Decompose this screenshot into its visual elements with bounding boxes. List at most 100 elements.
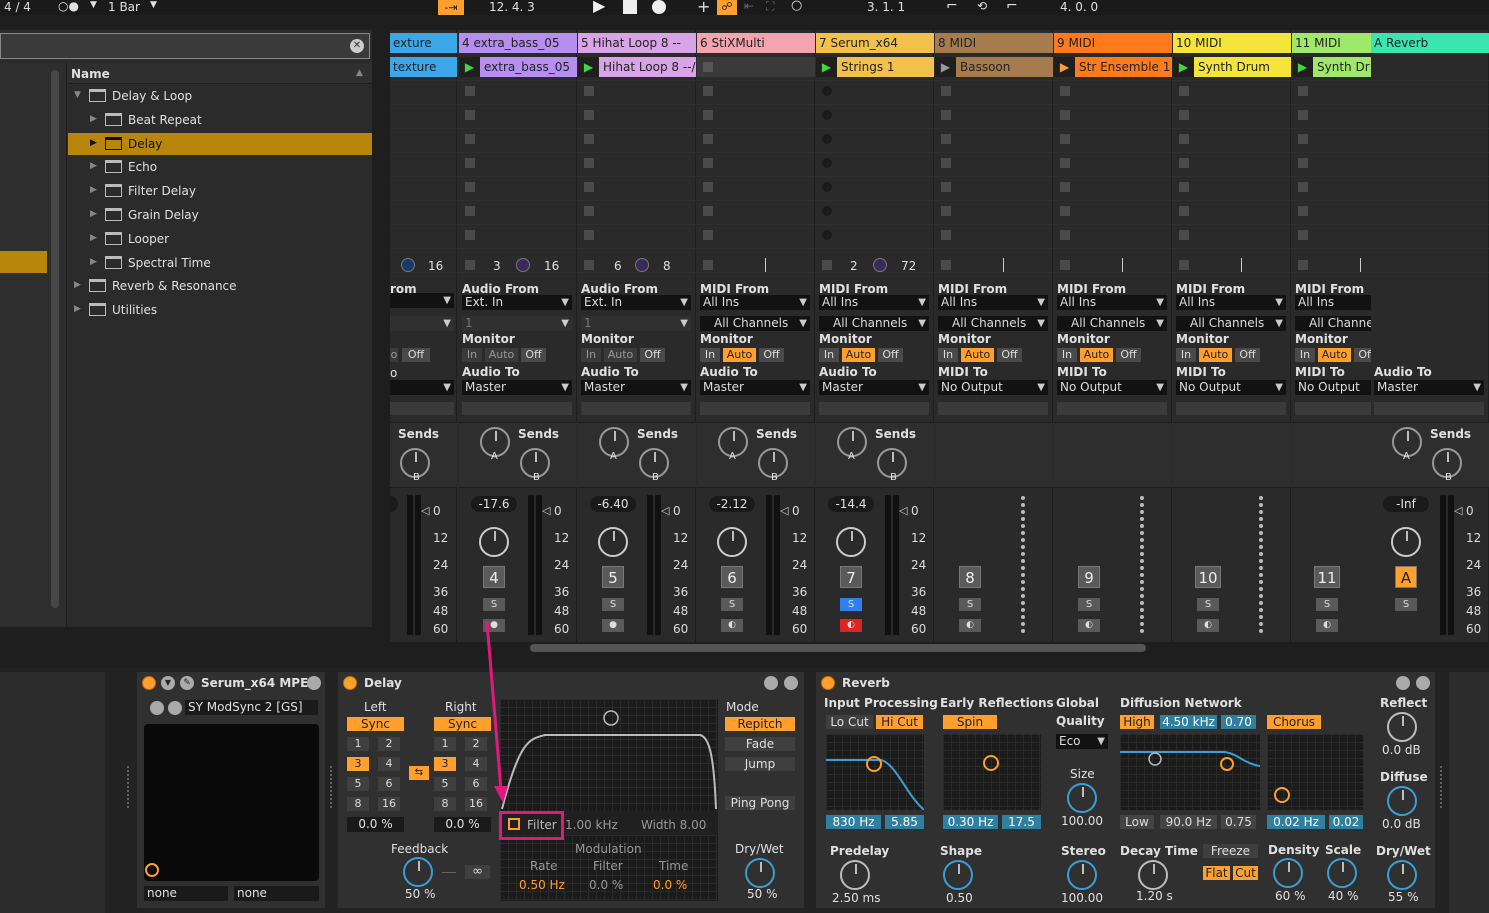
delay-time-button[interactable]: 5: [434, 777, 456, 791]
clip-play-icon[interactable]: ▶: [1173, 57, 1194, 77]
track-activator-button[interactable]: 8: [959, 566, 981, 588]
empty-clip-slot[interactable]: [941, 158, 951, 168]
reverb-drywet-knob[interactable]: [1387, 860, 1417, 890]
reflect-knob[interactable]: [1387, 712, 1417, 742]
clip-stop-button[interactable]: [941, 260, 951, 270]
empty-clip-slot[interactable]: [584, 134, 594, 144]
list-item[interactable]: ▶ Spectral Time: [68, 252, 372, 274]
delay-time-button[interactable]: 5: [347, 777, 369, 791]
monitor-in-button[interactable]: In: [819, 348, 839, 362]
empty-clip-slot[interactable]: [1179, 182, 1189, 192]
empty-clip-slot[interactable]: [1060, 110, 1070, 120]
monitor-off-button[interactable]: Off: [1116, 348, 1141, 362]
loop-start-position[interactable]: 3. 1. 1: [867, 1, 905, 13]
fader-arrow-icon[interactable]: ◁: [1454, 505, 1462, 516]
empty-clip-slot[interactable]: [1298, 182, 1308, 192]
midi-from-select[interactable]: All Ins▼: [700, 295, 810, 310]
clip-name[interactable]: Hihat Loop 8 --/: [603, 61, 696, 73]
feedback-knob[interactable]: [403, 857, 433, 887]
delay-time-button[interactable]: 4: [378, 757, 400, 771]
audio-from-select[interactable]: Ext. In ▼: [462, 295, 572, 310]
scale-knob[interactable]: [1327, 858, 1357, 888]
list-item[interactable]: ▶ Echo: [68, 156, 372, 178]
time-value[interactable]: 0.0 %: [653, 879, 687, 891]
send-value-a[interactable]: 16: [428, 260, 443, 272]
quality-select[interactable]: Eco ▼: [1056, 734, 1108, 749]
device-on-icon[interactable]: [142, 676, 156, 690]
list-item[interactable]: ▶ Looper: [68, 228, 372, 250]
volume-field[interactable]: [390, 496, 398, 512]
stereo-value[interactable]: 100.00: [1061, 892, 1103, 904]
empty-clip-slot[interactable]: [1060, 182, 1070, 192]
clip-name[interactable]: texture: [393, 61, 436, 73]
clip-slot[interactable]: ▶ extra_bass_05: [459, 57, 577, 77]
delay-time-button[interactable]: 8: [347, 797, 369, 811]
audio-from-select[interactable]: Ext. In ▼: [581, 295, 691, 310]
io-select[interactable]: ▼: [390, 316, 454, 331]
monitor-in-button[interactable]: In: [700, 348, 720, 362]
track-title[interactable]: 6 StiXMulti: [697, 33, 815, 53]
arm-button[interactable]: ◐: [1197, 619, 1219, 632]
empty-clip-slot[interactable]: [1179, 110, 1189, 120]
input-freq-field[interactable]: 830 Hz: [826, 815, 881, 829]
monitor-off-button[interactable]: Off: [521, 348, 546, 362]
diffuse-value[interactable]: 0.0 dB: [1382, 818, 1421, 830]
monitor-in-button[interactable]: In: [1295, 348, 1315, 362]
midi-from-select[interactable]: All Ins▼: [1176, 295, 1286, 310]
track-activator-button[interactable]: 9: [1078, 566, 1100, 588]
track-title[interactable]: 9 MIDI: [1054, 33, 1172, 53]
send-value-b[interactable]: 72: [901, 260, 916, 272]
io-select[interactable]: ▼: [390, 380, 454, 395]
fade-button[interactable]: Fade: [725, 737, 795, 751]
send-value-b[interactable]: 8: [663, 260, 671, 272]
solo-button[interactable]: S: [1197, 598, 1219, 611]
preset-selector[interactable]: SY ModSync 2 [GS]: [185, 700, 318, 715]
clip-slot[interactable]: texture: [390, 57, 457, 77]
flat-button[interactable]: Flat: [1203, 866, 1230, 880]
delay-time-button[interactable]: 3: [347, 757, 369, 771]
sidebar-selected-category[interactable]: [0, 251, 47, 273]
chevron-right-icon[interactable]: ▶: [74, 281, 81, 290]
midi-from-select[interactable]: All Ins▼: [1057, 295, 1167, 310]
empty-clip-slot[interactable]: [941, 206, 951, 216]
input-q-field[interactable]: 5.85: [885, 815, 924, 829]
density-value[interactable]: 60 %: [1275, 890, 1306, 902]
fader-arrow-icon[interactable]: ◁: [780, 505, 788, 516]
predelay-value[interactable]: 2.50 ms: [832, 892, 880, 904]
chevron-right-icon[interactable]: ▶: [90, 233, 97, 243]
solo-button[interactable]: S: [721, 598, 743, 611]
monitor-off-button[interactable]: Off: [997, 348, 1022, 362]
size-knob[interactable]: [1067, 783, 1097, 813]
input-channel-select[interactable]: 1 ▼: [581, 316, 691, 331]
monitor-auto-button[interactable]: Auto: [961, 348, 994, 362]
drywet-knob[interactable]: [745, 858, 775, 888]
empty-clip-slot[interactable]: [465, 230, 475, 240]
list-item[interactable]: ▶ Reverb & Resonance: [68, 275, 372, 297]
monitor-in-button[interactable]: In: [938, 348, 958, 362]
stereo-knob[interactable]: [1067, 860, 1097, 890]
play-icon[interactable]: ▶: [593, 0, 605, 14]
empty-clip-slot[interactable]: [1298, 158, 1308, 168]
session-record-icon[interactable]: ○: [791, 0, 802, 12]
volume-field[interactable]: -2.12: [709, 496, 755, 512]
empty-clip-slot[interactable]: [1179, 158, 1189, 168]
empty-clip-slot[interactable]: [465, 86, 475, 96]
send-dial-icon[interactable]: [516, 258, 530, 272]
scene-launch-slot[interactable]: [822, 158, 832, 168]
track-title[interactable]: 4 extra_bass_05: [459, 33, 577, 53]
list-item[interactable]: ▶ Utilities: [68, 299, 372, 321]
sort-arrow-icon[interactable]: ▲: [356, 69, 363, 78]
low-button[interactable]: Low: [1120, 815, 1154, 829]
empty-clip-slot[interactable]: [941, 110, 951, 120]
fader-arrow-icon[interactable]: ◁: [661, 505, 669, 516]
monitor-in-button[interactable]: In: [1176, 348, 1196, 362]
scene-launch-slot[interactable]: [822, 134, 832, 144]
monitor-auto-button[interactable]: Auto: [1318, 348, 1351, 362]
clip-play-icon[interactable]: ▶: [459, 57, 480, 77]
er-freq-field[interactable]: 0.30 Hz: [943, 815, 998, 829]
freeze-button[interactable]: ∞: [465, 865, 490, 879]
clip-play-icon[interactable]: ▶: [1054, 57, 1075, 77]
er-amount-field[interactable]: 17.5: [1002, 815, 1041, 829]
empty-clip-slot[interactable]: [465, 206, 475, 216]
shape-value[interactable]: 0.50: [946, 892, 973, 904]
